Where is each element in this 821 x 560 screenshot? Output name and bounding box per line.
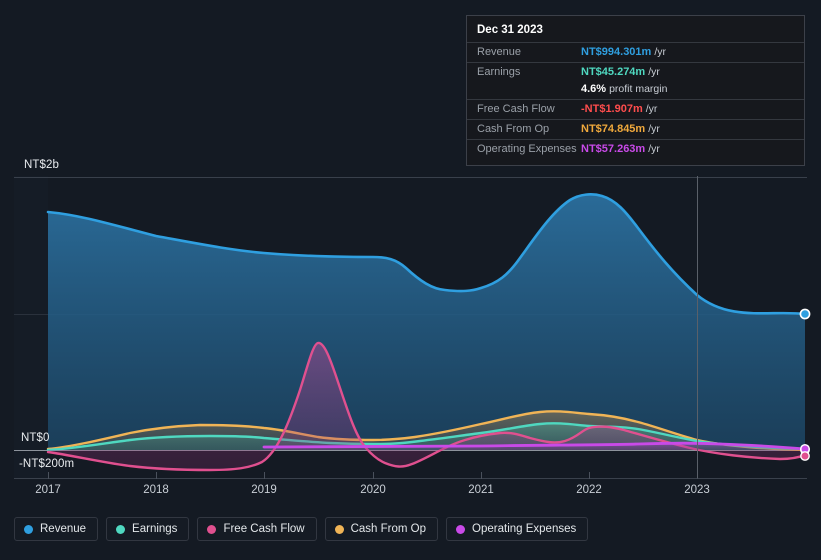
endpoint-dot-free-cash-flow[interactable] — [800, 451, 810, 461]
legend-item-revenue[interactable]: Revenue — [14, 517, 99, 541]
tooltip-row-label: Free Cash Flow — [477, 103, 555, 115]
legend-color-dot-icon — [207, 524, 217, 534]
tooltip-row-unit: /yr — [648, 123, 660, 135]
tooltip-rows: Revenue NT$994.301m/yr Earnings NT$45.274m /… — [467, 42, 804, 159]
y-axis-label-negative: -NT$200m — [19, 458, 75, 470]
tooltip-row-unit: profit margin — [609, 83, 668, 95]
tooltip-row-label: Operating Expenses — [477, 143, 577, 155]
endpoint-dot-revenue[interactable] — [799, 308, 811, 320]
tooltip-row-value: NT$74.845m — [581, 123, 646, 135]
legend-color-dot-icon — [24, 524, 33, 534]
tooltip-row-free-cash-flow: Free Cash Flow -NT$1.907m/yr — [467, 99, 804, 119]
tooltip-row-unit: /yr — [654, 46, 666, 58]
x-axis-tick-2019: 2019 — [251, 484, 277, 496]
chart-legend[interactable]: Revenue Earnings Free Cash Flow Cash From O… — [14, 517, 589, 541]
x-axis-tick-2018: 2018 — [143, 484, 169, 496]
chart-page: NT$2b NT$0 -NT$200m 2017 2018 2019 2020 2021… — [0, 0, 821, 560]
tooltip-row-label: Cash From Op — [477, 123, 550, 135]
y-axis-label-top: NT$2b — [24, 159, 60, 171]
tooltip-row-unit: /yr — [648, 143, 660, 155]
legend-item-label: Cash From Op — [350, 523, 427, 535]
legend-color-dot-icon — [334, 524, 344, 534]
tooltip-row-earnings: Earnings NT$45.274m/yr — [467, 62, 804, 82]
legend-item-label: Earnings — [132, 523, 178, 535]
tooltip-row-revenue: Revenue NT$994.301m/yr — [467, 42, 804, 62]
x-axis-tick-2022: 2022 — [576, 484, 602, 496]
tooltip-row-value: NT$994.301m — [581, 46, 652, 58]
tooltip-row-value: NT$57.263m — [581, 143, 646, 155]
legend-item-label: Free Cash Flow — [223, 523, 305, 535]
tooltip-row-profit-margin: 4.6% profit margin — [467, 82, 804, 99]
x-axis-tick-2017: 2017 — [35, 484, 61, 496]
legend-item-earnings[interactable]: Earnings — [106, 517, 190, 541]
legend-item-label: Operating Expenses — [472, 523, 577, 535]
tooltip-row-label: Earnings — [477, 66, 521, 78]
tooltip-row-label: Revenue — [477, 46, 522, 58]
tooltip-row-operating-expenses: Operating Expenses NT$57.263m/yr — [467, 139, 804, 159]
x-axis-tick-2023: 2023 — [684, 484, 710, 496]
chart-tooltip: Dec 31 2023 Revenue NT$994.301m/yr Earning… — [466, 15, 805, 166]
legend-color-dot-icon — [116, 524, 126, 534]
tooltip-row-value: NT$45.274m — [581, 66, 646, 78]
legend-item-label: Revenue — [40, 523, 87, 535]
tooltip-row-value: -NT$1.907m — [581, 103, 643, 115]
x-axis-tick-2021: 2021 — [468, 484, 494, 496]
tooltip-row-cash-from-op: Cash From Op NT$74.845m/yr — [467, 119, 804, 139]
tooltip-row-value: 4.6% — [581, 83, 607, 95]
x-axis-tick-2020: 2020 — [360, 484, 386, 496]
legend-item-free-cash-flow[interactable]: Free Cash Flow — [197, 517, 317, 541]
legend-color-dot-icon — [456, 524, 466, 534]
tooltip-row-unit: /yr — [645, 103, 658, 115]
tooltip-row-unit: /yr — [648, 66, 660, 78]
tooltip-date: Dec 31 2023 — [477, 24, 543, 36]
legend-item-operating-expenses[interactable]: Operating Expenses — [446, 517, 589, 541]
y-axis-label-zero: NT$0 — [21, 432, 50, 444]
legend-item-cash-from-op[interactable]: Cash From Op — [324, 517, 439, 541]
